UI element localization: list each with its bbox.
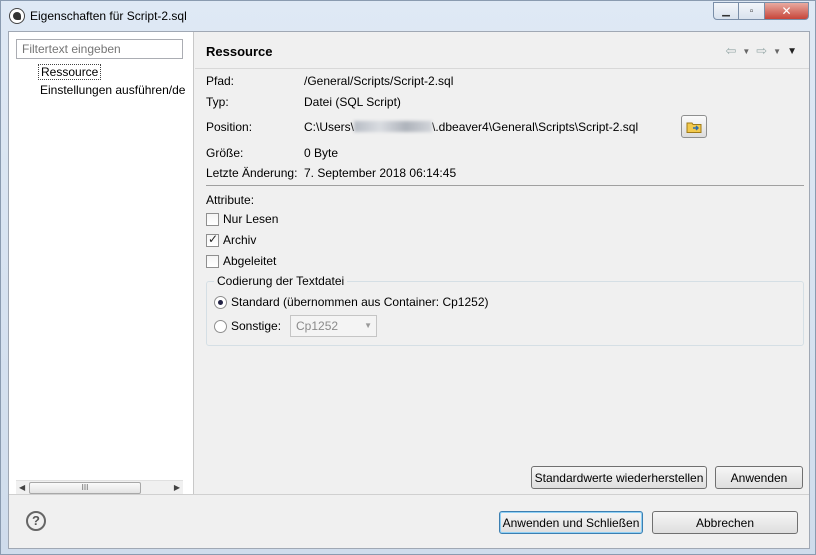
archive-checkbox[interactable]: Archiv [206,232,257,247]
encoding-group-title: Codierung der Textdatei [214,274,348,288]
location-label: Position: [206,120,253,134]
minimize-icon[interactable]: ▁ [713,2,739,20]
header-divider [195,68,809,69]
forward-dropdown-icon[interactable]: ▼ [773,47,781,56]
back-arrow-icon[interactable]: ⇦ [725,43,736,59]
path-label: Pfad: [206,74,235,88]
read-only-label: Nur Lesen [223,212,279,226]
footer-divider [9,494,809,495]
checkbox-icon [206,212,219,226]
encoding-other-select[interactable]: Cp1252 ▼ [290,315,377,337]
folder-arrow-icon [686,122,702,133]
chevron-down-icon: ▼ [364,321,372,330]
encoding-other-radio[interactable]: Sonstige: [214,319,281,333]
window-title: Eigenschaften für Script-2.sql [30,9,187,23]
help-icon[interactable]: ? [26,511,46,531]
encoding-default-label: Standard (übernommen aus Container: Cp12… [231,295,489,309]
view-menu-icon[interactable]: ▼ [787,46,797,57]
forward-arrow-icon[interactable]: ⇨ [756,43,767,59]
properties-dialog: Eigenschaften für Script-2.sql ▁ ▫ ✕ Res… [0,0,816,555]
scroll-left-icon[interactable]: ◀ [19,483,25,492]
filter-input[interactable] [16,39,183,59]
tree-item-run-settings[interactable]: Einstellungen ausführen/de [40,83,190,97]
modified-value: 7. September 2018 06:14:45 [304,166,457,180]
title-bar[interactable]: Eigenschaften für Script-2.sql ▁ ▫ ✕ [1,1,815,31]
radio-selected-icon [214,295,227,309]
modified-label: Letzte Änderung: [206,166,298,180]
location-suffix: \.dbeaver4\General\Scripts\Script-2.sql [432,120,639,134]
read-only-checkbox[interactable]: Nur Lesen [206,212,278,226]
page-tree-pane: Ressource Einstellungen ausführen/de ◀ I… [9,32,194,494]
close-icon[interactable]: ✕ [765,2,809,20]
encoding-other-value: Cp1252 [296,319,339,333]
attributes-divider [206,185,804,186]
checkbox-icon [206,254,219,268]
type-label: Typ: [206,95,229,109]
scroll-thumb[interactable]: III [29,482,141,494]
scroll-right-icon[interactable]: ▶ [174,483,180,492]
radio-icon [214,319,227,333]
encoding-default-radio[interactable]: Standard (übernommen aus Container: Cp12… [214,295,488,309]
size-value: 0 Byte [304,146,339,160]
apply-button[interactable]: Anwenden [715,466,803,489]
derived-label: Abgeleitet [223,254,277,268]
attributes-heading: Attribute: [206,193,255,207]
encoding-other-label: Sonstige: [231,319,282,333]
show-in-explorer-button[interactable] [681,115,707,138]
cancel-button[interactable]: Abbrechen [652,511,798,534]
location-value: C:\Users\ \.dbeaver4\General\Scripts\Scri… [304,120,638,134]
type-value: Datei (SQL Script) [304,95,401,109]
redacted-username [354,121,433,132]
window-controls: ▁ ▫ ✕ [713,2,809,20]
dbeaver-app-icon [9,8,25,24]
property-page: Ressource ⇦ ▼ ⇨ ▼ ▼ Pfad: /General/Scrip… [195,32,809,494]
location-prefix: C:\Users\ [304,120,355,134]
checkbox-checked-icon [206,232,219,247]
maximize-icon[interactable]: ▫ [739,2,765,20]
tree-item-ressource[interactable]: Ressource [38,64,102,80]
dialog-body: Ressource Einstellungen ausführen/de ◀ I… [8,31,810,549]
apply-and-close-button[interactable]: Anwenden und Schließen [499,511,643,534]
size-label: Größe: [206,146,244,160]
tree-horizontal-scrollbar[interactable]: ◀ III ▶ [16,480,183,494]
page-navigation: ⇦ ▼ ⇨ ▼ ▼ [725,43,797,59]
path-value: /General/Scripts/Script-2.sql [304,74,454,88]
back-dropdown-icon[interactable]: ▼ [742,47,750,56]
restore-defaults-button[interactable]: Standardwerte wiederherstellen [531,466,707,489]
derived-checkbox[interactable]: Abgeleitet [206,254,276,268]
archive-label: Archiv [223,233,257,247]
page-title: Ressource [206,44,273,59]
